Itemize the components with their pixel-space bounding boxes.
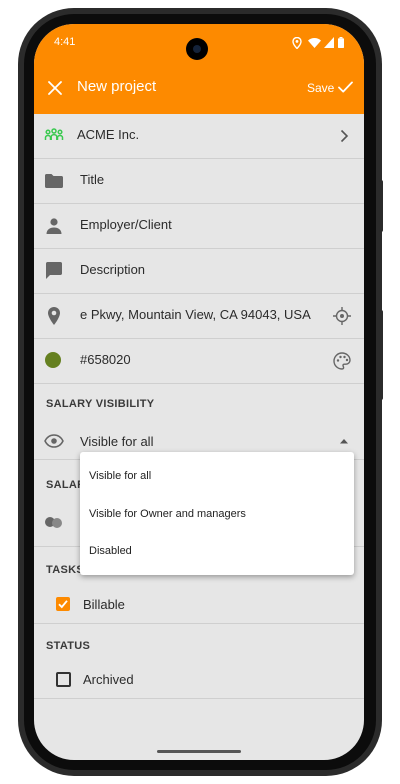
divider-3 [34,623,364,624]
address-row[interactable]: e Pkwy, Mountain View, CA 94043, USA [34,294,364,339]
description-row[interactable]: Description [34,249,364,294]
billable-label: Billable [83,597,125,612]
dropdown-option-disabled[interactable]: Disabled [89,545,132,557]
employer-field[interactable]: Employer/Client [80,217,172,232]
comment-icon [46,262,62,279]
visibility-selected: Visible for all [80,434,154,449]
close-icon[interactable] [48,81,62,95]
money-icon [45,517,62,528]
description-field[interactable]: Description [80,262,145,277]
screen: 4:41 New project Save ACME Inc. Title Em… [34,24,364,760]
signal-icon [324,37,334,48]
color-swatch[interactable] [45,352,61,368]
group-icon [44,128,64,140]
home-indicator[interactable] [157,750,241,753]
visibility-dropdown: Visible for all Visible for Owner and ma… [80,452,354,575]
gps-target-icon[interactable] [332,306,352,326]
palette-icon[interactable] [332,351,352,371]
page-title: New project [77,78,157,95]
divider-4 [34,698,364,699]
status-bar: 4:41 [34,24,364,62]
dropdown-option-visible-all[interactable]: Visible for all [89,470,151,482]
employer-row[interactable]: Employer/Client [34,204,364,249]
address-field[interactable]: e Pkwy, Mountain View, CA 94043, USA [80,307,311,322]
camera-cutout [186,38,208,60]
archived-checkbox[interactable] [56,672,71,687]
archived-label: Archived [83,672,134,687]
save-button[interactable]: Save [307,81,334,95]
location-icon [292,37,302,49]
location-pin-icon [48,307,60,325]
app-bar: New project Save [34,62,364,114]
tasks-heading-partial: TASKS [46,564,84,576]
billable-checkbox[interactable] [56,597,70,611]
folder-icon [45,174,63,188]
side-button-power [379,180,383,232]
archived-row[interactable]: Archived [34,667,364,697]
battery-icon [338,37,344,48]
eye-icon [44,434,64,448]
arrow-up-icon[interactable] [339,438,349,444]
billable-row[interactable]: Billable [34,592,364,622]
company-name: ACME Inc. [77,127,140,142]
checkmark-icon [58,600,68,609]
company-row[interactable]: ACME Inc. [34,114,364,159]
status-time: 4:41 [54,36,76,48]
salary-visibility-heading: SALARY VISIBILITY [46,398,155,410]
wifi-icon [308,38,321,48]
person-icon [46,218,62,234]
check-icon[interactable] [338,81,353,93]
title-row[interactable]: Title [34,159,364,204]
dropdown-option-owner-managers[interactable]: Visible for Owner and managers [89,508,246,520]
side-button-volume [379,310,383,400]
color-row[interactable]: #658020 [34,339,364,384]
chevron-right-icon[interactable] [340,129,349,143]
color-value: #658020 [80,352,131,367]
title-field[interactable]: Title [80,172,104,187]
status-heading: STATUS [46,640,91,652]
